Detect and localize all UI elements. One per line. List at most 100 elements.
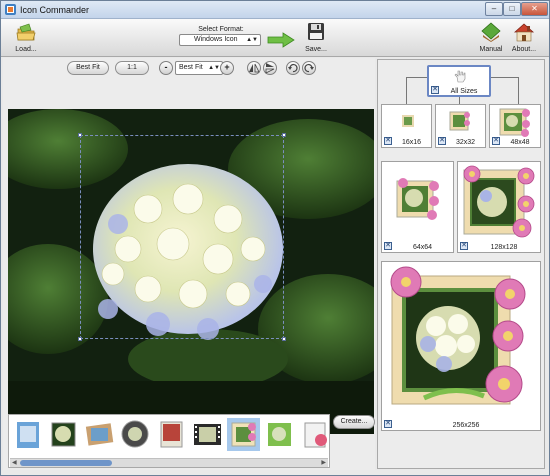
thumb-image (194, 424, 221, 445)
app-window: Icon Commander – □ ✕ Load... Select Form… (0, 0, 550, 476)
checkbox-32[interactable]: ✕ (438, 137, 446, 145)
toolbar: Load... Select Format: Windows Icon ▲▼ S… (1, 19, 549, 57)
checkbox-128[interactable]: ✕ (460, 242, 468, 250)
scrollbar-thumb[interactable] (20, 460, 112, 466)
about-label: About... (511, 46, 537, 53)
save-label: Save... (305, 46, 327, 53)
filmstrip-thumb-selected[interactable] (227, 418, 260, 451)
zoom-select[interactable]: Best Fit ▲▼ (175, 61, 223, 75)
chevron-updown-icon: ▲▼ (208, 65, 220, 71)
filmstrip-thumb[interactable] (155, 418, 188, 451)
actual-size-button[interactable]: 1:1 (115, 61, 149, 75)
checkbox-16[interactable]: ✕ (384, 137, 392, 145)
size-label-32: 32x32 (455, 139, 476, 146)
thumb-image (160, 421, 183, 448)
filmstrip-thumb[interactable] (11, 418, 44, 451)
maximize-button[interactable]: □ (503, 2, 521, 16)
size-preview-panel: ✕ All Sizes ✕ 16x16 ✕ 32x32 ✕ 48x48 ✕ 64… (377, 59, 545, 469)
load-button[interactable]: Load... (13, 21, 39, 53)
filmstrip-thumb[interactable] (47, 418, 80, 451)
scroll-left-icon[interactable]: ◀ (12, 459, 17, 466)
thumb-image (304, 422, 327, 448)
checkbox-48[interactable]: ✕ (492, 137, 500, 145)
rotate-left-button[interactable] (286, 61, 300, 75)
app-icon (5, 4, 16, 15)
editor-panel: Best Fit 1:1 - Best Fit ▲▼ + ◀ ▶ Create.… (3, 58, 375, 470)
filmstrip-thumb[interactable] (83, 418, 116, 451)
flip-horizontal-button[interactable] (247, 61, 261, 75)
size-cell-48[interactable]: ✕ 48x48 (489, 104, 541, 148)
checkbox-all-sizes[interactable]: ✕ (431, 86, 439, 94)
size-cell-128[interactable]: ✕ 128x128 (457, 161, 541, 253)
format-value: Windows Icon (194, 36, 238, 43)
size-label-128: 128x128 (490, 244, 518, 251)
title-bar: Icon Commander – □ ✕ (1, 1, 549, 19)
thumb-image (231, 422, 256, 447)
size-label-64: 64x64 (412, 244, 433, 251)
crop-handle[interactable] (78, 133, 82, 137)
chevron-updown-icon: ▲▼ (246, 37, 258, 43)
manual-icon (481, 22, 501, 42)
close-button[interactable]: ✕ (521, 2, 548, 16)
rotate-right-button[interactable] (302, 61, 316, 75)
manual-label: Manual (479, 46, 503, 53)
flip-vertical-button[interactable] (263, 61, 277, 75)
crop-handle[interactable] (282, 337, 286, 341)
filmstrip-thumb[interactable] (299, 418, 332, 451)
rotate-right-icon (304, 64, 314, 73)
size-label-16: 16x16 (401, 139, 422, 146)
filmstrip-thumb[interactable] (191, 418, 224, 451)
format-label: Select Format: (198, 26, 244, 33)
best-fit-button[interactable]: Best Fit (67, 61, 109, 75)
thumb-image (268, 423, 291, 446)
size-cell-256[interactable]: ✕ 256x256 (381, 261, 541, 431)
thumb-image (51, 422, 76, 447)
filmstrip: ◀ ▶ (8, 414, 330, 468)
zoom-out-button[interactable]: - (159, 61, 173, 75)
filmstrip-scrollbar[interactable]: ◀ ▶ (10, 458, 328, 467)
filmstrip-thumb[interactable] (263, 418, 296, 451)
thumb-image (85, 423, 114, 446)
save-button[interactable]: Save... (303, 21, 329, 53)
floppy-disk-icon (308, 23, 324, 40)
crop-handle[interactable] (78, 337, 82, 341)
icon-preview-64 (396, 178, 439, 220)
crop-selection[interactable] (78, 133, 286, 341)
load-label: Load... (15, 46, 37, 53)
thumb-image (121, 420, 149, 448)
checkbox-256[interactable]: ✕ (384, 420, 392, 428)
format-select[interactable]: Windows Icon ▲▼ (179, 34, 261, 46)
checkbox-64[interactable]: ✕ (384, 242, 392, 250)
image-canvas[interactable] (8, 109, 374, 434)
size-cell-16[interactable]: ✕ 16x16 (381, 104, 432, 148)
connector-line (459, 97, 460, 104)
create-button[interactable]: Create... (333, 415, 375, 429)
load-icon (16, 23, 36, 41)
size-cell-32[interactable]: ✕ 32x32 (435, 104, 486, 148)
zoom-value: Best Fit (179, 64, 203, 71)
filmstrip-thumb[interactable] (119, 418, 152, 451)
zoom-in-button[interactable]: + (220, 61, 234, 75)
minimize-button[interactable]: – (485, 2, 503, 16)
icon-preview-128 (463, 165, 535, 238)
scroll-right-icon[interactable]: ▶ (321, 459, 326, 466)
icon-preview-256 (390, 266, 526, 405)
house-icon (513, 23, 535, 42)
arrow-right-icon (267, 32, 295, 48)
all-sizes-toggle[interactable]: ✕ All Sizes (427, 65, 491, 97)
view-controls: Best Fit 1:1 - Best Fit ▲▼ + (3, 58, 375, 80)
hand-cursor-icon (454, 70, 466, 83)
crop-handle[interactable] (282, 133, 286, 137)
thumb-image (17, 422, 39, 448)
connector-line (518, 77, 519, 104)
connector-line (406, 77, 407, 104)
about-button[interactable]: About... (509, 21, 539, 53)
rotate-left-icon (288, 64, 298, 73)
size-cell-64[interactable]: ✕ 64x64 (381, 161, 454, 253)
flip-vertical-icon (265, 63, 275, 74)
manual-button[interactable]: Manual (477, 21, 505, 53)
all-sizes-label: All Sizes (450, 88, 478, 95)
flip-horizontal-icon (249, 63, 260, 73)
icon-preview-16 (402, 115, 414, 127)
icon-preview-32 (449, 111, 470, 131)
